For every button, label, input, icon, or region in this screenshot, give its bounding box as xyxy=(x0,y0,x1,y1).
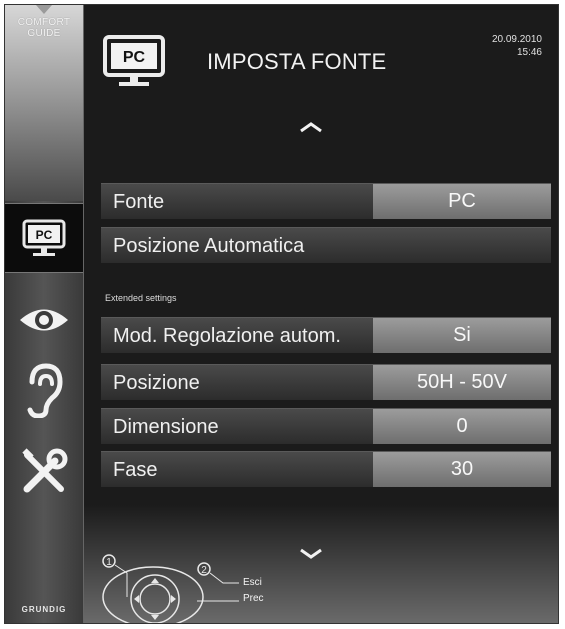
sidebar-item-picture[interactable] xyxy=(5,295,83,345)
menu-row-label: Dimensione xyxy=(113,416,219,438)
pc-icon-text: PC xyxy=(36,228,53,242)
menu-row-label: Mod. Regolazione autom. xyxy=(113,325,341,347)
eye-icon xyxy=(20,309,68,331)
menu-row-fonte[interactable]: Fonte PC xyxy=(101,183,551,219)
menu-row-value: 50H - 50V xyxy=(416,371,508,393)
menu-row-value: 30 xyxy=(450,458,474,480)
sidebar-item-source[interactable]: PC xyxy=(5,203,83,273)
chevron-down-icon[interactable] xyxy=(299,547,323,559)
comfort-guide-sidebar: COMFORT GUIDE PC GRUNDIG xyxy=(5,5,84,623)
menu-row-value: 0 xyxy=(456,415,468,437)
menu-row-label: Posizione Automatica xyxy=(113,235,305,257)
brand-logo: GRUNDIG xyxy=(21,605,67,614)
phase-value-box[interactable]: 30 xyxy=(373,452,551,487)
remote-navigation-diagram: 1 2 xyxy=(102,554,239,623)
chevron-up-icon[interactable] xyxy=(299,121,323,133)
key-1-text: 1 xyxy=(106,557,112,568)
size-value-box[interactable]: 0 xyxy=(373,409,551,444)
pc-monitor-icon: PC xyxy=(22,219,66,256)
tv-menu-window: COMFORT GUIDE PC GRUNDIG PC IMPOSTA FONT… xyxy=(4,4,559,624)
ear-icon xyxy=(27,363,63,418)
datetime-display: 20.09.2010 15:46 xyxy=(492,33,542,59)
menu-row-posizione[interactable]: Posizione 50H - 50V xyxy=(101,364,551,400)
page-title: IMPOSTA FONTE xyxy=(207,49,387,74)
header-icon-text: PC xyxy=(123,49,146,66)
auto-adjust-value-box[interactable]: Si xyxy=(373,318,551,353)
menu-row-label: Fase xyxy=(113,459,158,481)
comfort-guide-button[interactable]: COMFORT GUIDE xyxy=(5,5,83,201)
source-value-box[interactable]: PC xyxy=(373,184,551,219)
position-value-box[interactable]: 50H - 50V xyxy=(373,365,551,400)
tools-icon xyxy=(22,448,68,493)
date-text: 20.09.2010 xyxy=(491,34,542,45)
key-2-text: 2 xyxy=(201,565,207,576)
menu-row-value: Si xyxy=(453,324,471,346)
sidebar-item-audio[interactable] xyxy=(5,355,83,425)
pc-monitor-icon: PC xyxy=(103,35,165,86)
menu-row-posizione-automatica[interactable]: Posizione Automatica xyxy=(101,227,551,263)
time-text: 15:46 xyxy=(516,47,542,58)
menu-row-label: Fonte xyxy=(113,191,165,213)
menu-row-fase[interactable]: Fase 30 xyxy=(101,451,551,487)
menu-row-label: Posizione xyxy=(113,372,200,394)
menu-row-value: PC xyxy=(448,190,476,212)
arrow-down-icon xyxy=(36,5,52,14)
menu-row-mod-regolazione[interactable]: Mod. Regolazione autom. Si xyxy=(101,317,551,353)
header-pc-icon: PC xyxy=(101,33,167,94)
exit-hint: Esci xyxy=(243,577,262,588)
menu-row-dimensione[interactable]: Dimensione 0 xyxy=(101,408,551,444)
back-hint: Prec xyxy=(243,593,264,604)
extended-settings-heading: Extended settings xyxy=(105,293,177,303)
sidebar-item-settings[interactable] xyxy=(5,437,83,507)
comfort-guide-label: COMFORT GUIDE xyxy=(17,17,71,39)
